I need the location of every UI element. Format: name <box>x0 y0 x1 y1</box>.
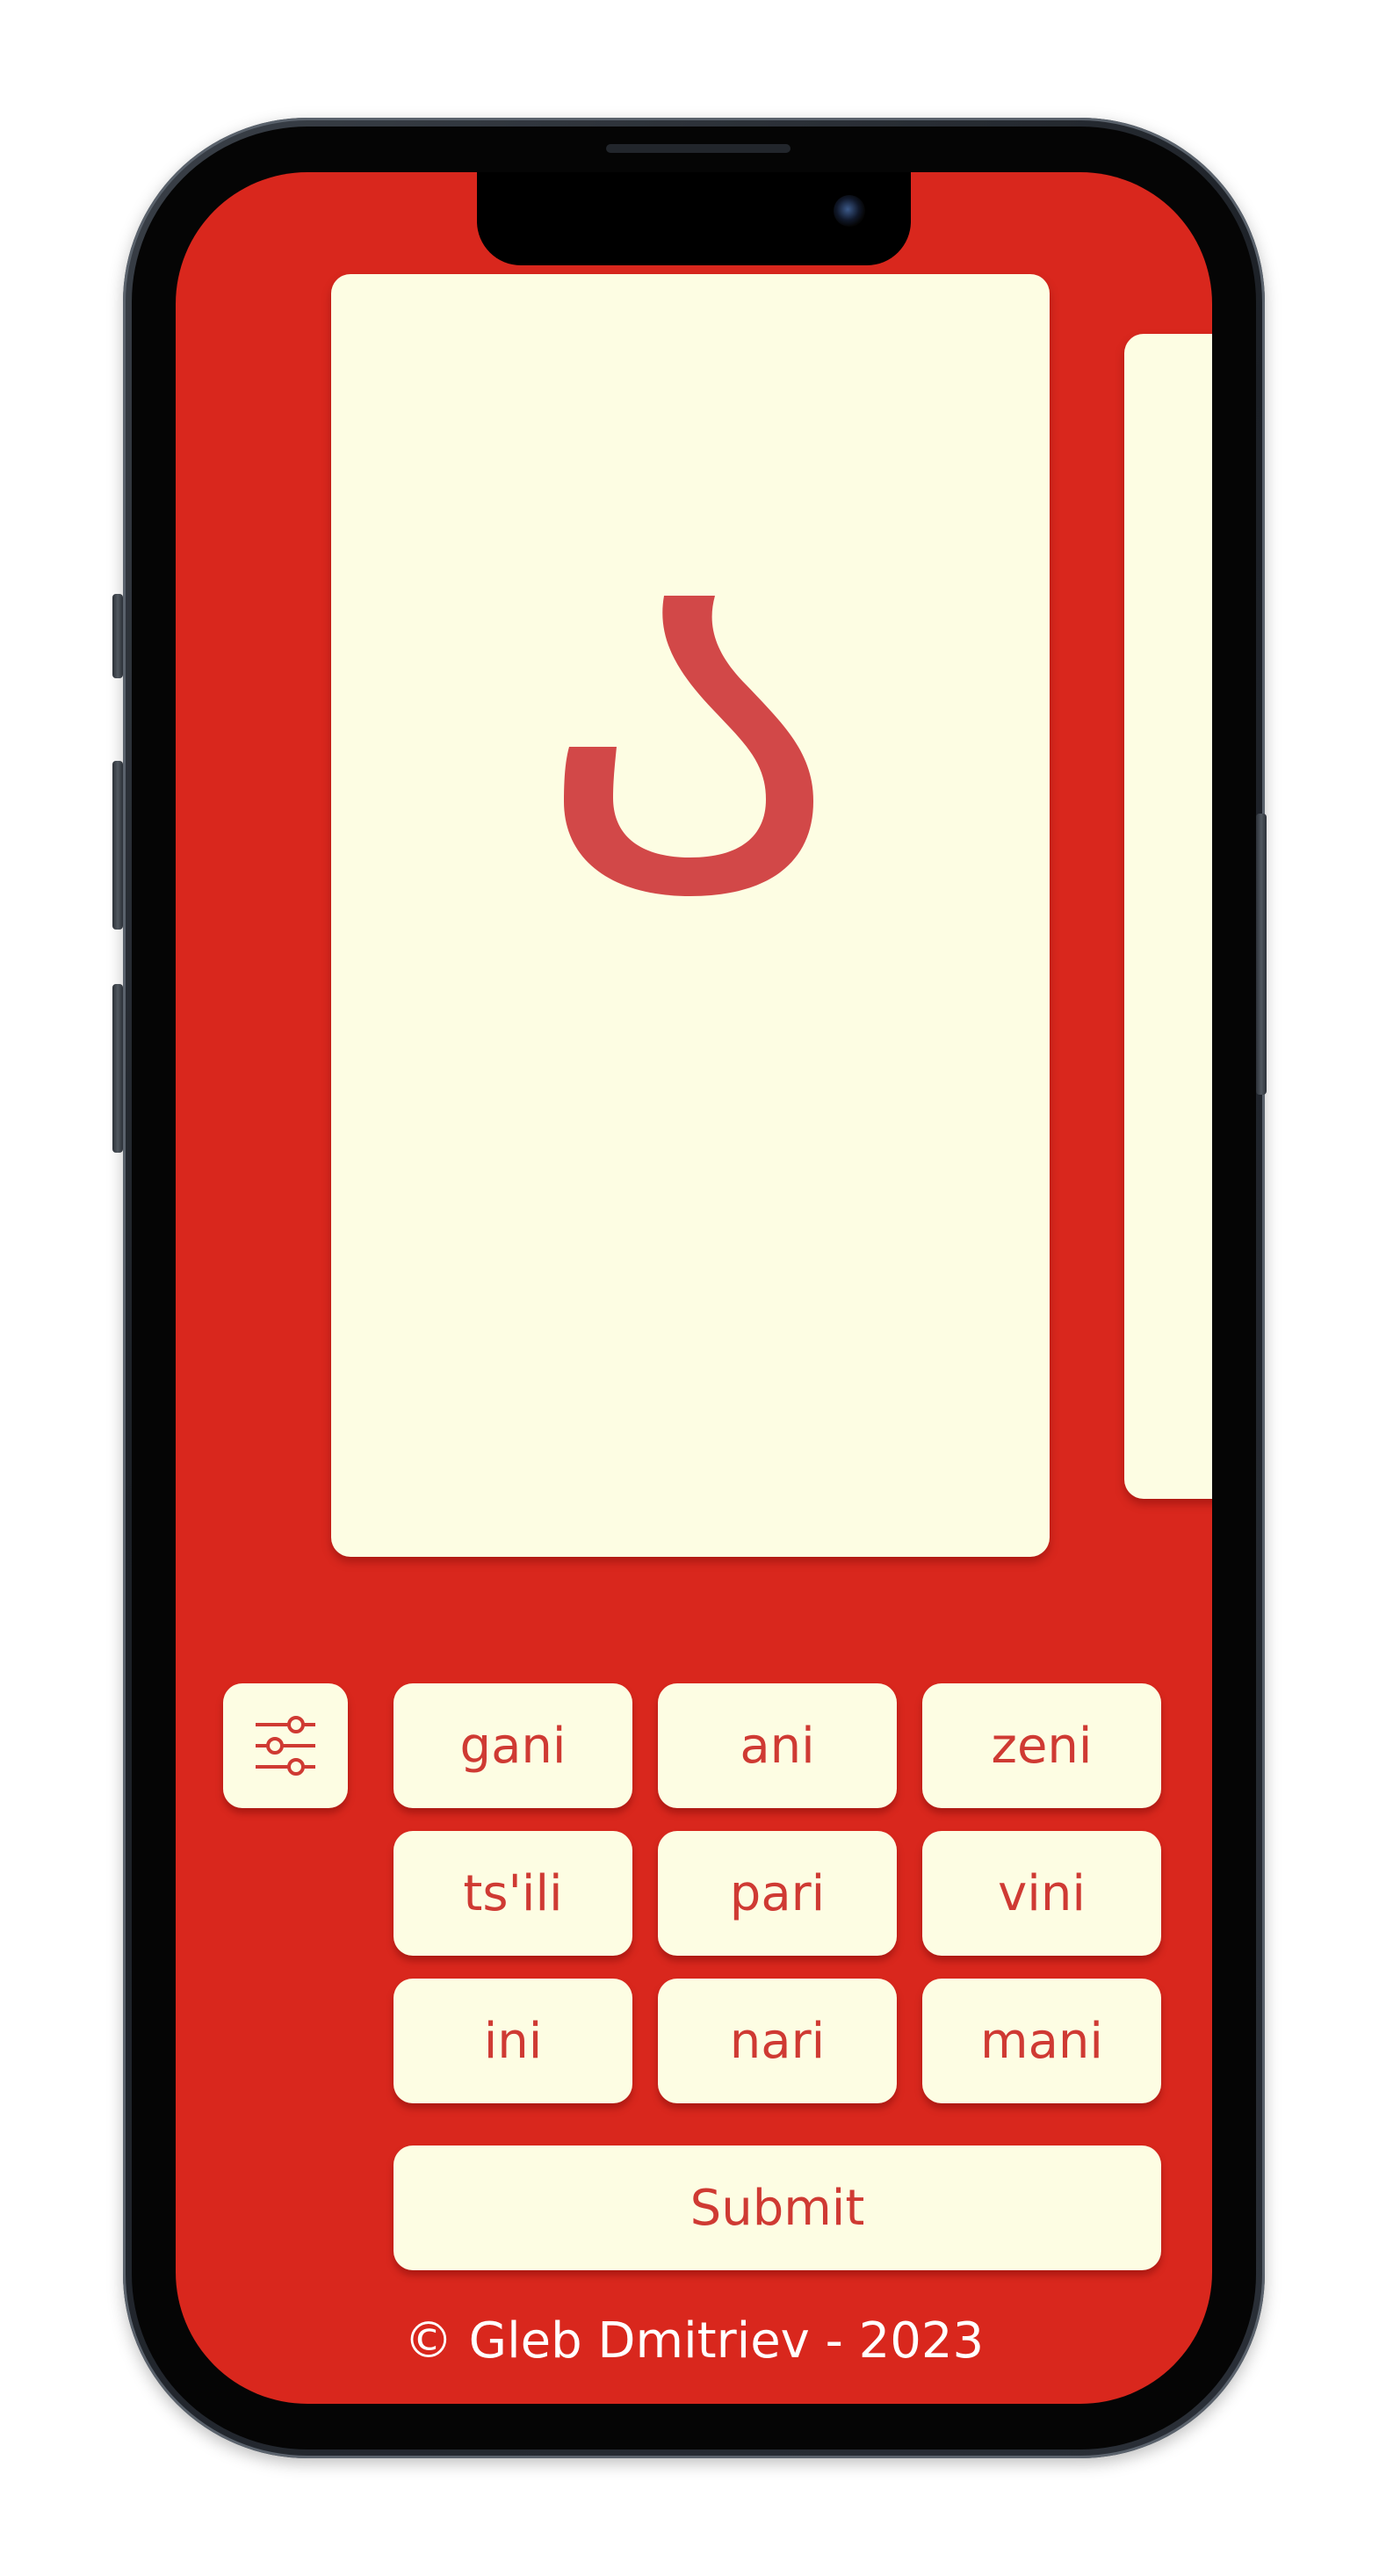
sliders-icon <box>256 1716 315 1776</box>
footer-copyright: © Gleb Dmitriev - 2023 <box>403 2312 985 2370</box>
phone-notch <box>477 172 911 265</box>
phone-volume-down <box>112 984 123 1153</box>
georgian-letter-glyph <box>564 596 813 896</box>
submit-button[interactable]: Submit <box>393 2145 1161 2270</box>
front-camera <box>834 195 865 227</box>
option-nari[interactable]: nari <box>658 1979 897 2103</box>
option-ini[interactable]: ini <box>393 1979 632 2103</box>
option-vini[interactable]: vini <box>922 1831 1161 1956</box>
option-pari[interactable]: pari <box>658 1831 897 1956</box>
flashcard[interactable]: ა <box>331 274 1050 1557</box>
option-ani[interactable]: ani <box>658 1683 897 1808</box>
phone-power-button <box>1256 814 1267 1095</box>
option-gani[interactable]: gani <box>393 1683 632 1808</box>
card-letter-text: ა <box>690 898 691 899</box>
card-letter: ა <box>331 582 1050 898</box>
phone-mute-switch <box>112 594 123 678</box>
next-flashcard[interactable] <box>1124 334 1212 1499</box>
option-tsili[interactable]: ts'ili <box>393 1831 632 1956</box>
phone-volume-up <box>112 761 123 930</box>
option-mani[interactable]: mani <box>922 1979 1161 2103</box>
phone-speaker <box>606 144 791 153</box>
option-zeni[interactable]: zeni <box>922 1683 1161 1808</box>
settings-button[interactable] <box>223 1683 348 1808</box>
app-screen: ა gani ani zeni ts'ili pari vini ini nar… <box>176 172 1212 2404</box>
